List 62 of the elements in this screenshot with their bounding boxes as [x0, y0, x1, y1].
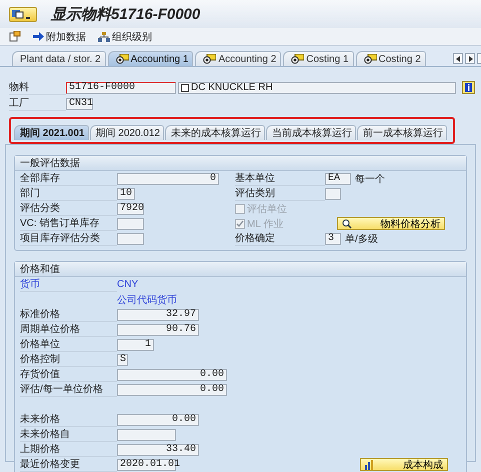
display-field[interactable]: 33.40 — [117, 444, 199, 456]
display-field[interactable]: 1 — [117, 338, 154, 350]
left-arrow-icon — [456, 56, 460, 62]
tab-status-icon — [116, 54, 129, 64]
currency-caption: 公司代码货币 — [117, 294, 177, 306]
checkbox-label: ML 作业 — [247, 218, 284, 230]
system-menu-button[interactable] — [9, 6, 37, 22]
display-field[interactable] — [117, 218, 144, 230]
display-field[interactable]: 0.00 — [117, 414, 199, 426]
document-icon — [9, 31, 21, 42]
window-icon — [12, 9, 24, 19]
tab[interactable]: Costing 1 — [283, 51, 354, 66]
checkbox-label: 评估单位 — [247, 202, 287, 216]
toolbar-button[interactable] — [9, 31, 21, 42]
currency-text: CNY — [117, 279, 138, 290]
window-title: 显示物料51716-F0000 — [51, 4, 200, 24]
right-arrow-icon — [468, 56, 472, 62]
tab[interactable]: Accounting 1 — [108, 51, 194, 66]
tab[interactable]: 前一成本核算运行 — [357, 125, 447, 140]
tab[interactable]: 当前成本核算运行 — [266, 125, 356, 140]
cost-component-button[interactable]: 成本构成 — [360, 458, 448, 471]
material-field[interactable]: 51716-F0000 — [66, 82, 176, 94]
tab[interactable]: Plant data / stor. 2 — [12, 51, 106, 66]
arrow-icon — [33, 32, 44, 41]
display-field[interactable]: EA — [325, 172, 351, 184]
field-label: 货币 — [20, 277, 117, 292]
tab-status-icon — [203, 54, 216, 64]
display-field[interactable] — [325, 188, 341, 200]
unit-text: 每一个 — [355, 172, 385, 186]
toolbar-button[interactable]: 组织级别 — [98, 30, 152, 44]
display-field[interactable]: 0.00 — [117, 384, 227, 396]
display-field[interactable]: CN31 — [66, 98, 93, 110]
tab[interactable]: 期间 2020.012 — [90, 125, 164, 140]
tab[interactable]: 未来的成本核算运行 — [165, 125, 265, 140]
scroll-left-button[interactable] — [453, 53, 463, 64]
display-field[interactable] — [117, 232, 144, 244]
display-field[interactable]: S — [117, 354, 128, 366]
display-field[interactable]: 10 — [117, 188, 135, 200]
group-title: 价格和值 — [15, 262, 466, 277]
group-title: 一般评估数据 — [15, 156, 466, 171]
tab[interactable]: Costing 2 — [356, 51, 426, 66]
square-icon — [181, 84, 189, 92]
tab-status-icon — [364, 54, 377, 64]
tab[interactable]: 期间 2021.001 — [14, 125, 88, 140]
scroll-right-button[interactable] — [465, 53, 475, 64]
display-field[interactable]: 7920 — [117, 202, 144, 214]
display-field[interactable] — [117, 428, 176, 440]
display-field[interactable]: 0.00 — [117, 368, 227, 380]
toolbar-button[interactable]: 附加数据 — [33, 30, 86, 44]
unit-text: 单/多级 — [345, 232, 378, 246]
display-field[interactable]: 3 — [325, 232, 341, 244]
display-field[interactable]: 0 — [117, 172, 219, 184]
description-field[interactable]: DC KNUCKLE RH — [178, 82, 456, 94]
hierarchy-icon — [98, 32, 110, 42]
display-field[interactable]: 90.76 — [117, 324, 199, 336]
bar-chart-icon — [365, 460, 375, 470]
magnifier-icon — [342, 218, 352, 228]
tab-status-icon — [291, 54, 304, 64]
tab[interactable]: Accounting 2 — [195, 51, 282, 66]
analysis-button[interactable]: 物料价格分析 — [337, 217, 446, 230]
display-field[interactable]: 32.97 — [117, 308, 199, 320]
info-button[interactable] — [462, 81, 475, 94]
